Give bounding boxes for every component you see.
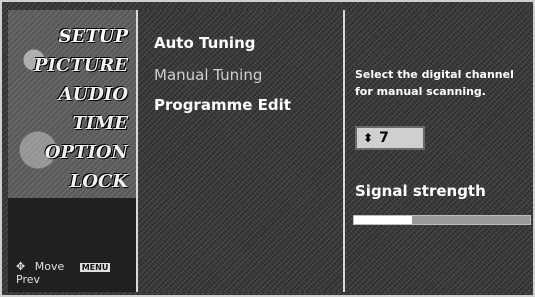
manual-tuning-panel: Select the digital channel for manual sc… xyxy=(345,10,531,292)
instruction-text: Select the digital channel for manual sc… xyxy=(355,68,514,98)
up-down-arrows-icon: ⬍ xyxy=(363,131,374,145)
menu-item-setup[interactable]: SETUP xyxy=(8,26,128,47)
signal-strength-fill xyxy=(354,216,413,224)
menu-footer: ✥ Move MENUPrev xyxy=(16,260,136,286)
submenu-item-auto-tuning[interactable]: Auto Tuning xyxy=(154,34,255,52)
signal-strength-label: Signal strength xyxy=(355,182,486,200)
submenu-item-programme-edit[interactable]: Programme Edit xyxy=(154,96,291,114)
submenu-item-manual-tuning[interactable]: Manual Tuning xyxy=(154,66,262,84)
move-hint: ✥ Move xyxy=(16,260,65,273)
menu-item-picture[interactable]: PICTURE xyxy=(8,55,128,76)
channel-number: 7 xyxy=(379,130,389,146)
menu-item-time[interactable]: TIME xyxy=(8,113,128,134)
menu-item-lock[interactable]: LOCK xyxy=(8,171,128,192)
tv-osd: SETUP PICTURE AUDIO TIME OPTION LOCK ✥ M… xyxy=(0,0,535,297)
channel-selector[interactable]: ⬍ 7 xyxy=(355,126,425,150)
menu-key-icon: MENU xyxy=(79,263,111,272)
menu-item-audio[interactable]: AUDIO xyxy=(8,84,128,105)
menu-item-option[interactable]: OPTION xyxy=(8,142,128,163)
signal-strength-bar xyxy=(353,215,531,225)
setup-submenu: Auto Tuning Manual Tuning Programme Edit xyxy=(138,10,345,292)
move-arrows-icon: ✥ xyxy=(16,260,26,273)
main-menu: SETUP PICTURE AUDIO TIME OPTION LOCK ✥ M… xyxy=(8,10,138,292)
